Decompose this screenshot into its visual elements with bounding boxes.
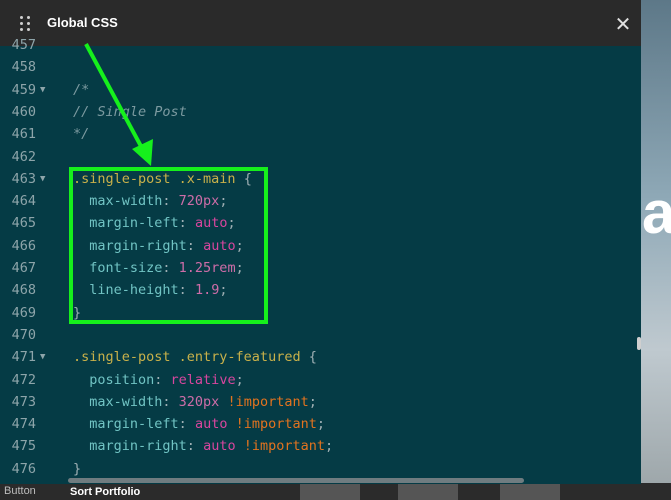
annotation-arrow bbox=[84, 43, 153, 166]
